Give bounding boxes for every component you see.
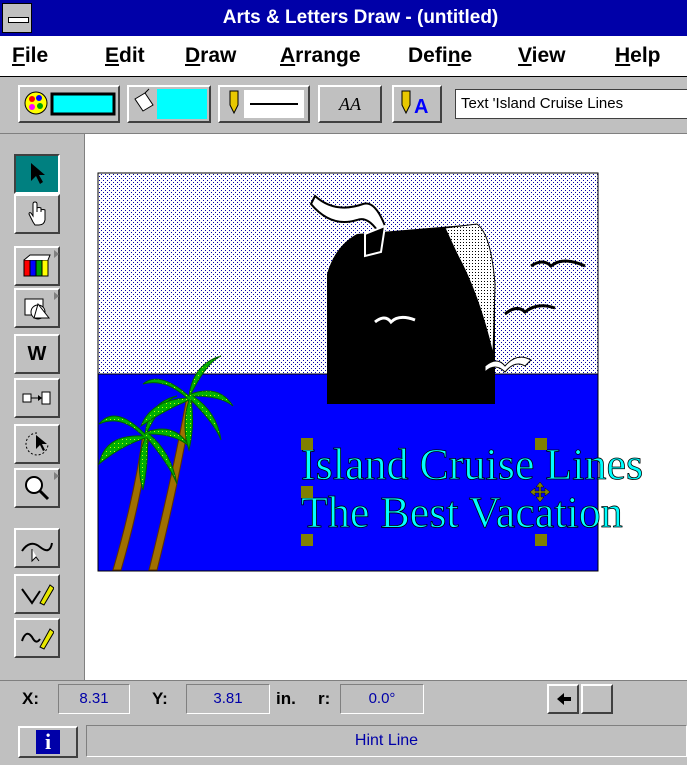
rotate-icon bbox=[25, 432, 49, 456]
line-fill-button[interactable] bbox=[127, 85, 211, 123]
flyout-arrow-icon bbox=[54, 250, 59, 258]
library-icon bbox=[23, 254, 51, 277]
shapes-icon bbox=[24, 298, 51, 320]
info-icon: i bbox=[36, 730, 60, 754]
menu-help[interactable]: Help bbox=[615, 44, 661, 68]
y-coordinate: 3.81 bbox=[186, 684, 270, 714]
cruise-artwork[interactable]: Island Cruise Lines The Best Vacation bbox=[85, 134, 687, 680]
freehand-icon bbox=[21, 628, 54, 650]
menu-arrange[interactable]: Arrange bbox=[280, 44, 361, 68]
selection-handle[interactable] bbox=[301, 534, 313, 546]
scroll-thumb[interactable] bbox=[581, 684, 613, 714]
line-style-button[interactable] bbox=[218, 85, 310, 123]
selection-handle[interactable] bbox=[535, 534, 547, 546]
title-bar: Arts & Letters Draw - (untitled) bbox=[0, 0, 687, 36]
magnifier-icon bbox=[25, 476, 50, 501]
hint-line: Hint Line bbox=[86, 725, 687, 757]
hand-tool[interactable] bbox=[14, 194, 60, 234]
text-input-field[interactable]: Text 'Island Cruise Lines bbox=[455, 89, 687, 119]
selection-handle[interactable] bbox=[301, 438, 313, 450]
artwork-line-2[interactable]: The Best Vacation bbox=[301, 488, 624, 538]
edit-points-tool[interactable] bbox=[14, 528, 60, 568]
fill-color-button[interactable] bbox=[18, 85, 120, 123]
rotate-tool[interactable] bbox=[14, 424, 60, 464]
x-coordinate: 8.31 bbox=[58, 684, 130, 714]
menu-bar: File Edit Draw Arrange Define View Help bbox=[0, 36, 687, 77]
palette-icon bbox=[24, 91, 116, 116]
left-toolbox: W bbox=[0, 134, 85, 680]
paint-bucket-icon bbox=[134, 88, 207, 119]
type-style-label: AA bbox=[339, 94, 361, 114]
system-menu-icon bbox=[8, 17, 29, 23]
selection-handle[interactable] bbox=[535, 438, 547, 450]
menu-edit[interactable]: Edit bbox=[105, 44, 145, 68]
shapes-tool[interactable] bbox=[14, 288, 60, 328]
arrow-select-tool[interactable] bbox=[14, 154, 60, 194]
w-icon: W bbox=[27, 342, 47, 365]
flyout-arrow-icon bbox=[54, 292, 59, 300]
top-toolbar: AA A Text 'Island Cruise Lines bbox=[0, 77, 687, 134]
menu-view[interactable]: View bbox=[518, 44, 566, 68]
freehand-tool[interactable] bbox=[14, 618, 60, 658]
svg-text:A: A bbox=[414, 96, 428, 118]
scroll-left-button[interactable] bbox=[547, 684, 579, 714]
selection-handle[interactable] bbox=[301, 486, 313, 498]
pen-icon bbox=[21, 584, 54, 606]
left-arrow-icon bbox=[557, 693, 571, 705]
y-label: Y: bbox=[152, 689, 168, 708]
zoom-tool[interactable] bbox=[14, 468, 60, 508]
x-label: X: bbox=[22, 689, 39, 708]
menu-define[interactable]: Define bbox=[408, 44, 472, 68]
arrow-icon bbox=[31, 163, 45, 184]
system-menu-button[interactable] bbox=[2, 3, 32, 33]
word-tool[interactable]: W bbox=[14, 334, 60, 374]
text-edit-button[interactable]: A bbox=[392, 85, 442, 123]
hand-icon bbox=[28, 201, 46, 226]
rotation-value: 0.0° bbox=[340, 684, 424, 714]
window-title: Arts & Letters Draw - (untitled) bbox=[222, 7, 499, 28]
pen-nib-icon bbox=[229, 90, 304, 118]
flyout-arrow-icon bbox=[54, 472, 59, 480]
rotation-label: r: bbox=[318, 689, 331, 708]
type-style-button[interactable]: AA bbox=[318, 85, 382, 123]
symbol-library-tool[interactable] bbox=[14, 246, 60, 286]
text-edit-icon: A bbox=[401, 90, 428, 118]
artwork-line-1[interactable]: Island Cruise Lines bbox=[301, 440, 644, 490]
info-button[interactable]: i bbox=[18, 726, 78, 758]
drawing-canvas[interactable]: Island Cruise Lines The Best Vacation bbox=[85, 134, 687, 680]
horizontal-scrollbar[interactable] bbox=[545, 684, 687, 714]
curve-icon bbox=[21, 542, 53, 563]
connector-icon bbox=[22, 391, 51, 405]
menu-file[interactable]: File bbox=[12, 44, 48, 68]
menu-draw[interactable]: Draw bbox=[185, 44, 236, 68]
unit-label: in. bbox=[276, 689, 296, 708]
status-bar: X: 8.31 Y: 3.81 in. r: 0.0° i Hint Line bbox=[0, 680, 687, 765]
connector-tool[interactable] bbox=[14, 378, 60, 418]
pen-draw-tool[interactable] bbox=[14, 574, 60, 614]
